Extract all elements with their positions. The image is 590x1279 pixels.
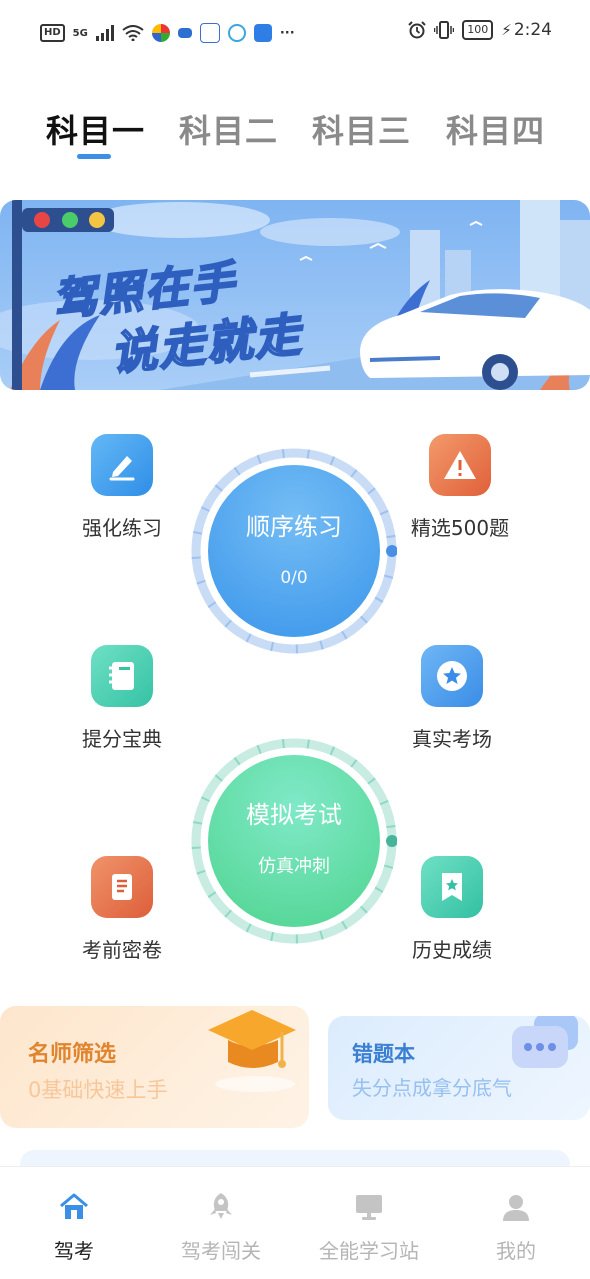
signal-icon (95, 25, 114, 41)
tab-active-indicator (77, 154, 111, 159)
tab-subject-4[interactable]: 科目四 (446, 106, 545, 152)
mistake-book-title: 错题本 (352, 1042, 415, 1066)
nav-learning-station[interactable]: 全能学习站 (305, 1187, 433, 1264)
status-left: HD 5G ··· (40, 22, 295, 44)
mock-exam-title: 模拟考试 (246, 800, 342, 829)
status-right: 100 ⚡ 2:24 (408, 20, 552, 40)
status-bar: HD 5G ··· 100 ⚡ 2:24 (0, 0, 590, 64)
nav-challenge[interactable]: 驾考闯关 (166, 1187, 276, 1264)
sequential-practice-progress: 0/0 (280, 567, 308, 588)
nav-learning-station-label: 全能学习站 (319, 1239, 419, 1263)
teacher-pick-card[interactable]: 名师筛选 0基础快速上手 (0, 1006, 309, 1128)
selected-500-label: 精选500题 (410, 516, 510, 540)
bookmark-star-icon (421, 856, 483, 918)
graduation-cap-icon (208, 1010, 296, 1092)
sequential-practice-title: 顺序练习 (246, 512, 342, 541)
pre-exam-paper-label: 考前密卷 (82, 938, 162, 962)
notebook-icon (91, 645, 153, 707)
nav-profile[interactable]: 我的 (476, 1187, 556, 1264)
nav-driving-test-label: 驾考 (54, 1239, 94, 1263)
mistake-book-subtitle: 失分点成拿分底气 (352, 1076, 512, 1100)
pencil-icon (91, 434, 153, 496)
teacher-pick-subtitle: 0基础快速上手 (28, 1078, 168, 1102)
score-history-label: 历史成绩 (412, 938, 492, 962)
vibrate-icon (434, 21, 455, 39)
real-exam-room-label: 真实考场 (412, 727, 492, 751)
mock-exam-dial[interactable]: 模拟考试 仿真冲刺 (191, 738, 397, 944)
charging-icon: ⚡ (501, 21, 512, 39)
wifi-icon (122, 25, 144, 41)
score-boost-guide-button[interactable]: 提分宝典 (62, 645, 182, 752)
home-icon (34, 1187, 114, 1221)
star-badge-icon (421, 645, 483, 707)
nav-driving-test[interactable]: 驾考 (34, 1187, 114, 1264)
hd-icon: HD (40, 24, 65, 42)
teacher-pick-title: 名师筛选 (28, 1042, 117, 1067)
bottom-navigation: 驾考 驾考闯关 全能学习站 我的 (0, 1166, 590, 1279)
sequential-practice-dial[interactable]: 顺序练习 0/0 (191, 448, 397, 654)
pre-exam-paper-button[interactable]: 考前密卷 (62, 856, 182, 963)
promo-banner[interactable]: 驾照在手 说走就走 (0, 200, 590, 390)
nav-profile-label: 我的 (496, 1239, 536, 1263)
sequential-practice-button[interactable]: 顺序练习 0/0 (208, 465, 380, 637)
intensive-practice-label: 强化练习 (82, 516, 162, 540)
app-notification-icon (253, 24, 272, 42)
app-notification-icon (177, 28, 192, 38)
nav-challenge-label: 驾考闯关 (181, 1239, 261, 1263)
real-exam-room-button[interactable]: 真实考场 (392, 645, 512, 752)
clock: 2:24 (513, 20, 552, 40)
scroll-document-icon (91, 856, 153, 918)
app-notification-icon (151, 24, 170, 42)
app-notification-icon (199, 23, 220, 43)
score-boost-guide-label: 提分宝典 (82, 727, 162, 751)
mock-exam-subtitle: 仿真冲刺 (258, 855, 330, 877)
mock-exam-button[interactable]: 模拟考试 仿真冲刺 (208, 755, 380, 927)
rocket-icon (166, 1187, 276, 1221)
network-label: 5G (72, 27, 88, 39)
mistake-book-card[interactable]: 错题本 失分点成拿分底气 (328, 1016, 590, 1120)
selected-500-button[interactable]: 精选500题 (400, 434, 520, 541)
alarm-icon (408, 21, 426, 39)
tab-subject-3[interactable]: 科目三 (312, 106, 411, 152)
warning-icon (429, 434, 491, 496)
tab-subject-1[interactable]: 科目一 (46, 106, 145, 152)
user-icon (476, 1187, 556, 1221)
monitor-icon (305, 1187, 433, 1221)
app-notification-icon (227, 24, 246, 42)
battery-icon: 100 (462, 20, 494, 40)
intensive-practice-button[interactable]: 强化练习 (62, 434, 182, 541)
more-notifications-icon: ··· (279, 25, 295, 41)
chat-bubble-icon (512, 1016, 578, 1068)
tab-subject-2[interactable]: 科目二 (179, 106, 278, 152)
score-history-button[interactable]: 历史成绩 (392, 856, 512, 963)
